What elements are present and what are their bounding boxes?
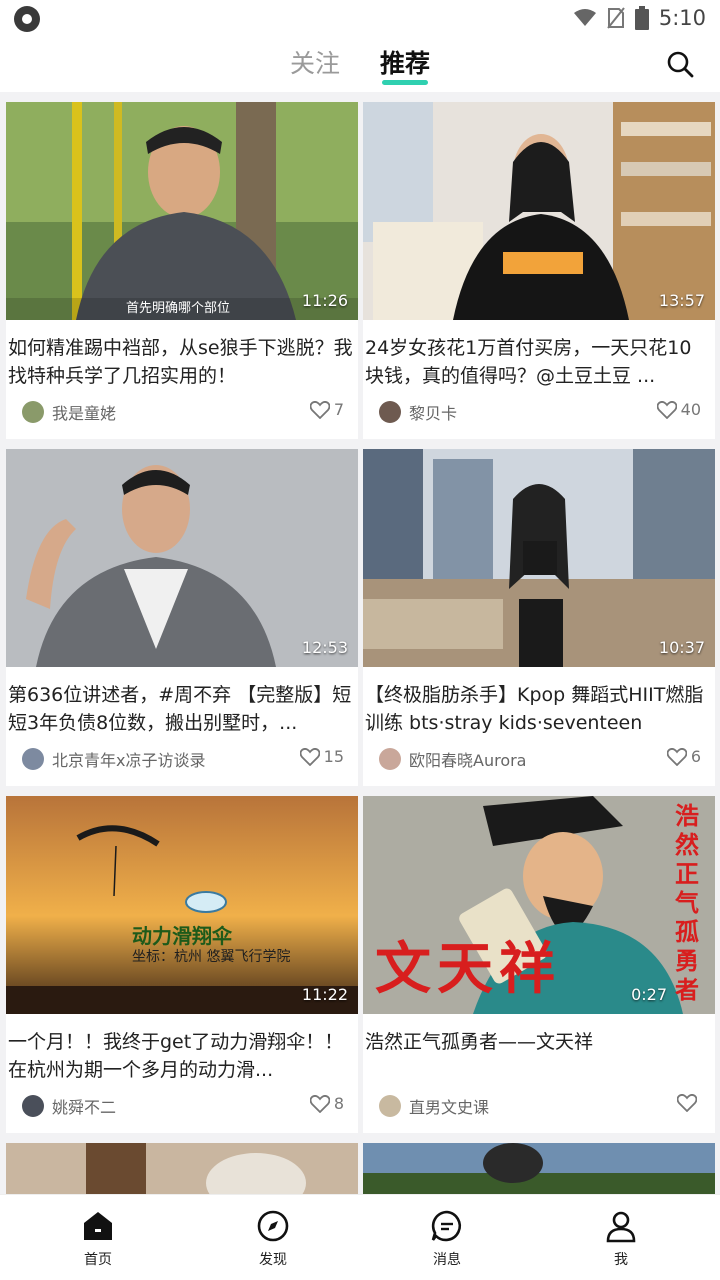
nav-discover[interactable]: 发现 — [228, 1209, 318, 1269]
like-button[interactable] — [677, 1094, 701, 1112]
avatar — [379, 1095, 401, 1117]
heart-icon — [309, 1094, 330, 1113]
overlay-big-title: 文天祥 — [375, 937, 561, 1002]
tab-following[interactable]: 关注 — [290, 44, 340, 80]
like-button[interactable]: 7 — [309, 400, 344, 419]
like-count: 40 — [680, 400, 701, 419]
video-thumbnail[interactable]: 12:53 — [6, 449, 358, 667]
status-bar: 5:10 — [0, 0, 720, 36]
avatar — [379, 401, 401, 423]
author-name: 直男文史课 — [409, 1098, 490, 1117]
bottom-nav-bar: 首页 发现 消息 我 — [0, 1194, 720, 1280]
video-thumbnail[interactable]: 文天祥 浩然正气孤勇者 0:27 — [363, 796, 715, 1014]
author-info[interactable]: 黎贝卡 — [379, 400, 457, 424]
nav-label: 消息 — [433, 1252, 461, 1268]
video-card[interactable]: 首先明确哪个部位 11:26 如何精准踢中裆部，从se狼手下逃脱？我找特种兵学了… — [6, 102, 358, 439]
tab-recommended[interactable]: 推荐 — [380, 44, 430, 80]
home-icon — [84, 1212, 112, 1240]
app-logo-icon — [14, 6, 40, 32]
video-duration: 10:37 — [658, 638, 705, 657]
author-info[interactable]: 北京青年x凉子访谈录 — [22, 747, 205, 771]
video-title[interactable]: 24岁女孩花1万首付买房，一天只花10块钱，真的值得吗？@土豆土豆 ... — [365, 334, 710, 390]
video-thumbnail[interactable]: 13:57 — [363, 102, 715, 320]
top-tab-bar: 关注 推荐 — [0, 36, 720, 92]
nav-label: 我 — [614, 1252, 628, 1268]
active-tab-indicator — [382, 80, 428, 85]
status-icons: 5:10 — [573, 5, 706, 31]
like-button[interactable]: 15 — [299, 747, 344, 766]
like-count: 8 — [333, 1094, 344, 1113]
like-count: 6 — [690, 747, 701, 766]
avatar — [22, 1095, 44, 1117]
like-button[interactable]: 40 — [656, 400, 701, 419]
avatar — [379, 748, 401, 770]
clock: 5:10 — [658, 6, 706, 30]
author-info[interactable]: 直男文史课 — [379, 1094, 489, 1118]
video-card[interactable]: 12:53 第636位讲述者，#周不弃 【完整版】短短3年负债8位数，搬出别墅时… — [6, 449, 358, 786]
video-thumbnail[interactable] — [363, 1143, 715, 1194]
author-name: 我是童姥 — [52, 404, 117, 423]
sim-icon — [607, 7, 625, 29]
video-duration: 11:26 — [301, 291, 348, 310]
video-thumbnail[interactable]: 首先明确哪个部位 11:26 — [6, 102, 358, 320]
like-count: 7 — [333, 400, 344, 419]
avatar — [22, 401, 44, 423]
subtitle-overlay: 首先明确哪个部位 — [126, 301, 231, 316]
avatar — [22, 748, 44, 770]
wifi-icon — [573, 9, 596, 26]
video-title[interactable]: 浩然正气孤勇者——文天祥 — [365, 1028, 710, 1084]
heart-icon — [299, 747, 320, 766]
like-count: 15 — [323, 747, 344, 766]
video-duration: 13:57 — [658, 291, 705, 310]
overlay-subtitle: 坐标：杭州 悠翼飞行学院 — [132, 949, 291, 965]
video-card[interactable] — [6, 1143, 358, 1194]
author-info[interactable]: 我是童姥 — [22, 400, 116, 424]
heart-icon — [666, 747, 687, 766]
like-button[interactable]: 8 — [309, 1094, 344, 1113]
video-thumbnail[interactable]: 10:37 — [363, 449, 715, 667]
author-name: 姚舜不二 — [52, 1098, 117, 1117]
overlay-vertical-text: 浩然正气孤勇者 — [675, 802, 699, 1004]
video-title[interactable]: 如何精准踢中裆部，从se狼手下逃脱？我找特种兵学了几招实用的！ — [8, 334, 353, 390]
video-title[interactable]: 第636位讲述者，#周不弃 【完整版】短短3年负债8位数，搬出别墅时，... — [8, 681, 353, 737]
video-card[interactable] — [363, 1143, 715, 1194]
video-card[interactable]: 10:37 【终极脂肪杀手】Kpop 舞蹈式HIIT燃脂训练 bts·stray… — [363, 449, 715, 786]
video-thumbnail[interactable]: 动力滑翔伞 坐标：杭州 悠翼飞行学院 11:22 — [6, 796, 358, 1014]
video-card[interactable]: 13:57 24岁女孩花1万首付买房，一天只花10块钱，真的值得吗？@土豆土豆 … — [363, 102, 715, 439]
video-duration: 12:53 — [301, 638, 348, 657]
video-card[interactable]: 动力滑翔伞 坐标：杭州 悠翼飞行学院 11:22 一个月！！我终于get了动力滑… — [6, 796, 358, 1133]
nav-label: 发现 — [259, 1252, 287, 1268]
search-icon[interactable] — [666, 50, 694, 78]
like-button[interactable]: 6 — [666, 747, 701, 766]
nav-home[interactable]: 首页 — [53, 1209, 143, 1269]
heart-icon — [656, 400, 677, 419]
author-info[interactable]: 姚舜不二 — [22, 1094, 116, 1118]
video-thumbnail[interactable] — [6, 1143, 358, 1194]
author-info[interactable]: 欧阳春晓Aurora — [379, 747, 527, 771]
video-title[interactable]: 【终极脂肪杀手】Kpop 舞蹈式HIIT燃脂训练 bts·stray kids·… — [365, 681, 710, 737]
video-feed[interactable]: 首先明确哪个部位 11:26 如何精准踢中裆部，从se狼手下逃脱？我找特种兵学了… — [0, 92, 720, 1194]
video-duration: 11:22 — [301, 985, 348, 1004]
author-name: 北京青年x凉子访谈录 — [52, 751, 206, 770]
compass-icon — [257, 1210, 289, 1242]
user-icon — [606, 1211, 636, 1243]
author-name: 黎贝卡 — [409, 404, 458, 423]
video-duration: 0:27 — [631, 985, 667, 1004]
overlay-title: 动力滑翔伞 — [132, 924, 232, 948]
nav-me[interactable]: 我 — [576, 1209, 666, 1269]
video-title[interactable]: 一个月！！我终于get了动力滑翔伞！！在杭州为期一个多月的动力滑... — [8, 1028, 353, 1084]
author-name: 欧阳春晓Aurora — [409, 751, 527, 770]
battery-icon — [634, 6, 649, 30]
nav-label: 首页 — [84, 1252, 112, 1268]
nav-messages[interactable]: 消息 — [402, 1209, 492, 1269]
video-card[interactable]: 文天祥 浩然正气孤勇者 0:27 浩然正气孤勇者——文天祥 直男文史课 — [363, 796, 715, 1133]
heart-icon — [309, 400, 330, 419]
message-icon — [431, 1210, 462, 1242]
heart-icon — [677, 1094, 697, 1112]
